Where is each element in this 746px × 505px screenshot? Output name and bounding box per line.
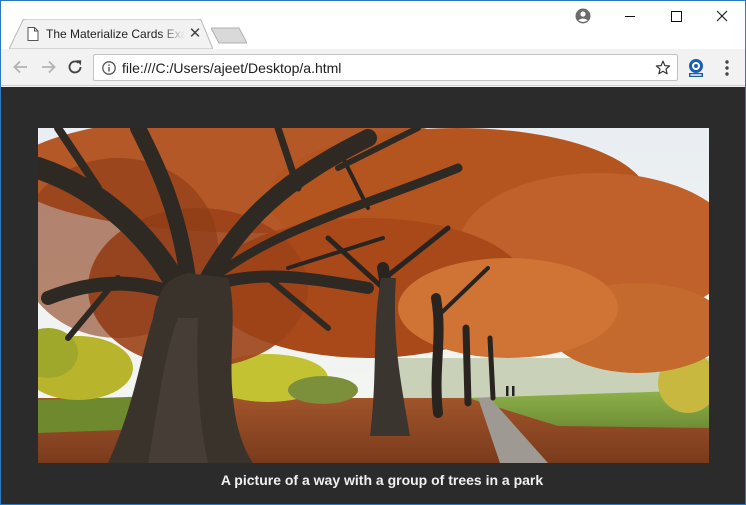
- card-caption: A picture of a way with a group of trees…: [220, 472, 544, 488]
- tab-strip: The Materialize Cards Example ✕: [1, 1, 745, 49]
- arrow-right-icon[interactable]: [38, 57, 58, 77]
- close-window-button[interactable]: [699, 1, 745, 31]
- park-trees-picture: [38, 128, 709, 463]
- extension-icon[interactable]: [686, 58, 706, 78]
- more-vertical-icon[interactable]: [723, 58, 731, 78]
- close-icon[interactable]: ✕: [187, 26, 203, 42]
- arrow-left-icon[interactable]: [11, 57, 31, 77]
- maximize-button[interactable]: [653, 1, 699, 31]
- tab-title-fade: [159, 25, 185, 43]
- reload-icon[interactable]: [65, 57, 85, 77]
- toolbar: file:///C:/Users/ajeet/Desktop/a.html: [1, 49, 745, 86]
- maximize-icon: [671, 11, 682, 22]
- page-viewport: A picture of a way with a group of trees…: [1, 87, 745, 504]
- account-circle-icon[interactable]: [575, 8, 591, 24]
- tab-active[interactable]: The Materialize Cards Example ✕: [9, 19, 213, 49]
- info-icon[interactable]: [102, 61, 116, 75]
- new-tab-icon[interactable]: [211, 27, 247, 44]
- star-icon[interactable]: [655, 60, 671, 76]
- minimize-button[interactable]: [607, 1, 653, 31]
- minimize-icon: [625, 16, 635, 17]
- close-window-icon: [716, 10, 728, 22]
- url-text[interactable]: file:///C:/Users/ajeet/Desktop/a.html: [122, 60, 341, 76]
- address-bar[interactable]: file:///C:/Users/ajeet/Desktop/a.html: [93, 54, 678, 81]
- browser-window: The Materialize Cards Example ✕: [0, 0, 746, 505]
- document-icon: [27, 27, 39, 41]
- card-image: [38, 128, 709, 463]
